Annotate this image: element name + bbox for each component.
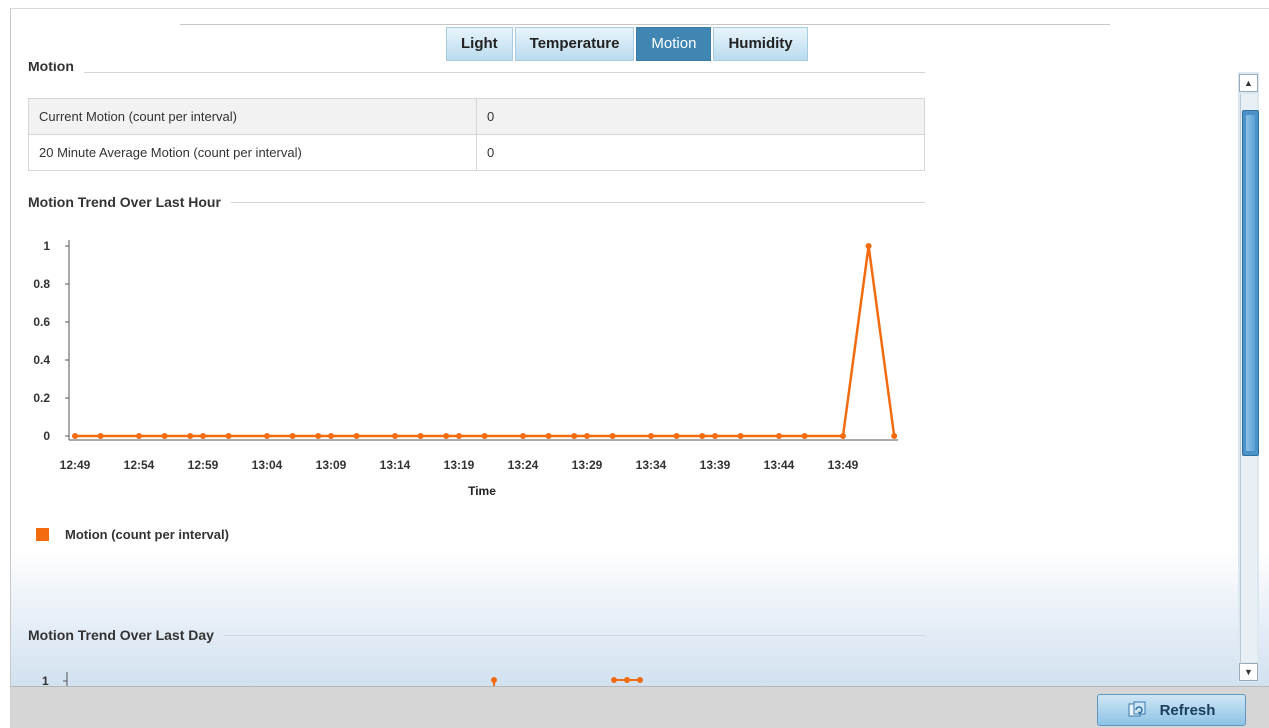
y-tick-label: 0.2 [33, 391, 50, 405]
x-tick-label: 13:29 [572, 458, 603, 472]
arrow-down-icon: ▼ [1244, 667, 1253, 677]
data-point [443, 433, 450, 439]
hour-chart-title: Motion Trend Over Last Hour [28, 194, 221, 210]
sensor-tabs: Light Temperature Motion Humidity [446, 27, 808, 61]
data-point [225, 433, 232, 439]
x-tick-label: 13:24 [508, 458, 539, 472]
x-tick-label: 13:44 [764, 458, 795, 472]
refresh-button[interactable]: Refresh [1097, 694, 1246, 726]
day-chart-title: Motion Trend Over Last Day [28, 627, 214, 643]
data-point [609, 433, 616, 439]
data-point [456, 433, 462, 439]
x-tick-label: 13:49 [828, 458, 859, 472]
x-tick-label: 13:34 [636, 458, 667, 472]
tab-light[interactable]: Light [446, 27, 513, 61]
scroll-thumb[interactable] [1242, 110, 1259, 456]
y-tick-label: 0 [43, 429, 50, 443]
data-point [264, 433, 270, 439]
data-point [648, 433, 654, 439]
data-point [417, 433, 424, 439]
data-point [584, 433, 590, 439]
y-tick-label: 1 [43, 239, 50, 253]
stat-label: Current Motion (count per interval) [28, 98, 477, 135]
x-tick-label: 13:09 [316, 458, 347, 472]
data-point [611, 677, 617, 683]
data-point [481, 433, 488, 439]
x-tick-label: 12:59 [188, 458, 219, 472]
data-point [491, 677, 497, 683]
data-point [624, 677, 630, 683]
data-point [161, 433, 168, 439]
data-point [673, 433, 680, 439]
data-point [737, 433, 744, 439]
footer-bar: Refresh [10, 686, 1269, 728]
refresh-icon [1128, 701, 1146, 719]
table-row: 20 Minute Average Motion (count per inte… [28, 134, 925, 171]
data-point [840, 433, 846, 439]
data-point [289, 433, 296, 439]
x-tick-label: 12:49 [60, 458, 91, 472]
data-point [712, 433, 718, 439]
legend-label: Motion (count per interval) [65, 527, 229, 542]
series-line [75, 245, 896, 438]
data-point [520, 433, 526, 439]
data-point [328, 433, 334, 439]
scroll-down-button[interactable]: ▼ [1239, 663, 1258, 681]
x-tick-label: 13:39 [700, 458, 731, 472]
motion-hour-chart: 0 0.2 0.4 0.6 0.8 1 12:49 12:54 12:59 13:04 13:09 1… [33, 239, 899, 498]
stat-label: 20 Minute Average Motion (count per inte… [28, 134, 477, 171]
section-divider [223, 634, 925, 636]
data-point [571, 433, 578, 439]
data-point [72, 433, 78, 439]
refresh-label: Refresh [1159, 701, 1216, 719]
data-point [315, 433, 322, 439]
x-axis-label: Time [468, 484, 496, 498]
tab-divider-line [180, 24, 1110, 25]
x-tick-label: 12:54 [124, 458, 155, 472]
data-point [187, 433, 194, 439]
tab-motion[interactable]: Motion [636, 27, 712, 61]
day-chart-partial: 1 [20, 668, 920, 686]
motion-stats-table: Current Motion (count per interval) 0 20… [28, 98, 925, 171]
hour-chart-header: Motion Trend Over Last Hour [28, 192, 925, 212]
arrow-up-icon: ▲ [1244, 78, 1253, 88]
table-row: Current Motion (count per interval) 0 [28, 98, 925, 135]
scroll-track[interactable] [1240, 94, 1259, 662]
y-tick-label: 0.6 [33, 315, 50, 329]
data-point [891, 433, 898, 439]
legend-swatch [36, 528, 49, 541]
data-point [545, 433, 552, 439]
scroll-up-button[interactable]: ▲ [1239, 74, 1258, 92]
stat-value: 0 [476, 98, 925, 135]
data-point [801, 433, 808, 439]
data-point [865, 243, 872, 249]
vertical-scrollbar[interactable]: ▲ ▼ [1238, 72, 1259, 682]
motion-section-title: Motion [28, 62, 74, 74]
data-point [97, 433, 104, 439]
data-point [392, 433, 398, 439]
motion-section-header: Motion [28, 62, 925, 82]
data-point [136, 433, 142, 439]
tab-temperature[interactable]: Temperature [514, 27, 635, 61]
stat-value: 0 [476, 134, 925, 171]
section-divider [83, 71, 925, 73]
tab-humidity[interactable]: Humidity [713, 27, 808, 61]
y-tick-label: 0.4 [33, 353, 50, 367]
chart-legend: Motion (count per interval) [36, 527, 229, 542]
data-point [353, 433, 360, 439]
data-point [699, 433, 706, 439]
x-tick-label: 13:04 [252, 458, 283, 472]
section-divider [230, 201, 925, 203]
y-tick-label: 0.8 [33, 277, 50, 291]
x-tick-label: 13:14 [380, 458, 411, 472]
data-point [776, 433, 782, 439]
data-point [637, 677, 643, 683]
day-chart-header: Motion Trend Over Last Day [28, 625, 925, 645]
day-chart-marks [63, 672, 643, 686]
data-point [200, 433, 206, 439]
x-tick-label: 13:19 [444, 458, 475, 472]
